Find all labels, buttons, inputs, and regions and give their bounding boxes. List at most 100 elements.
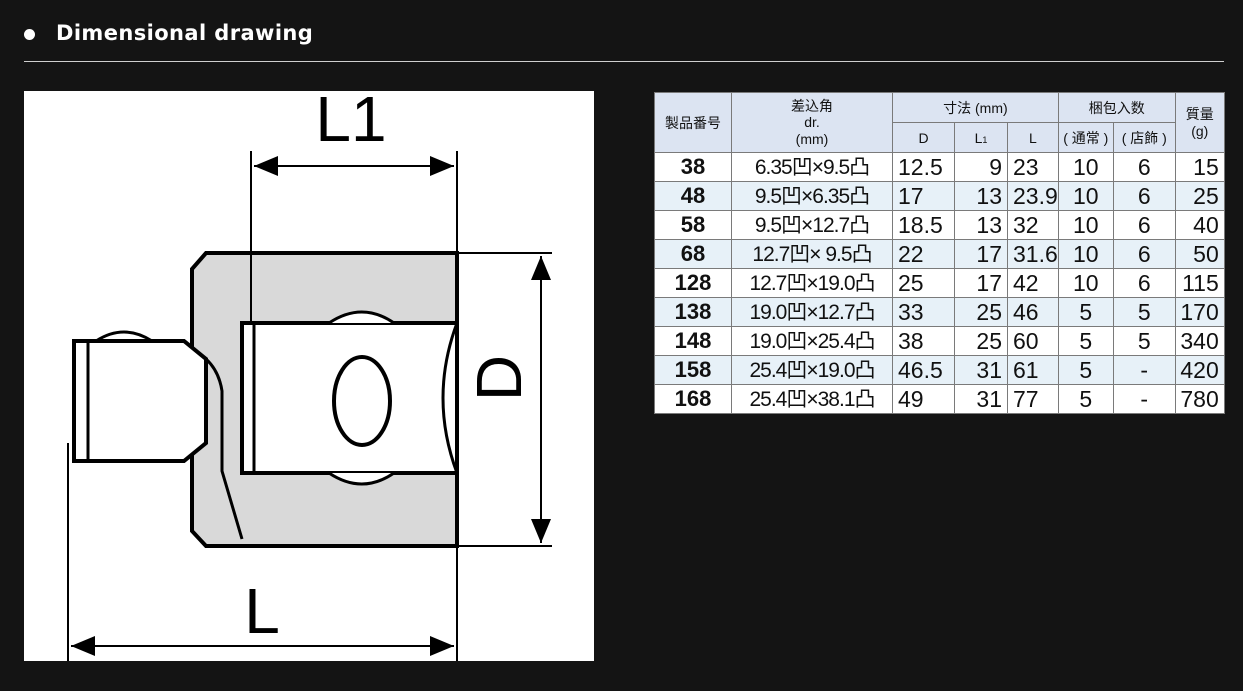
label-l1: L1 — [315, 91, 386, 155]
header-drive-title: 差込角 — [791, 98, 833, 115]
cell-normal: 10 — [1057, 210, 1114, 240]
cell-mass: 25 — [1174, 181, 1225, 211]
section-title: Dimensional drawing — [56, 21, 314, 45]
cell-normal: 10 — [1057, 152, 1114, 182]
cell-l: 61 — [1007, 355, 1059, 385]
header-dimensions: 寸法 (mm) — [892, 92, 1059, 123]
cell-product-no: 128 — [654, 268, 732, 298]
cell-drive: 9.5凹×12.7凸 — [731, 210, 893, 240]
cell-l: 23.9 — [1007, 181, 1059, 211]
cell-l1: 17 — [954, 239, 1008, 269]
cell-product-no: 148 — [654, 326, 732, 356]
cell-d: 17 — [892, 181, 955, 211]
cell-mass: 115 — [1174, 268, 1225, 298]
cell-l1: 31 — [954, 384, 1008, 414]
cell-d: 46.5 — [892, 355, 955, 385]
cell-mass: 340 — [1174, 326, 1225, 356]
cell-normal: 5 — [1057, 297, 1114, 327]
cell-normal: 5 — [1057, 355, 1114, 385]
cell-l1: 9 — [954, 152, 1008, 182]
cell-store: 5 — [1112, 326, 1176, 356]
cell-l1: 31 — [954, 355, 1008, 385]
table-row: 128 12.7凹×19.0凸 25 17 42 10 6 115 — [654, 268, 1225, 298]
male-square — [72, 339, 208, 463]
dimensional-drawing: L1 D L — [24, 91, 594, 661]
cell-normal: 10 — [1057, 181, 1114, 211]
cell-product-no: 158 — [654, 355, 732, 385]
cell-store: 6 — [1112, 152, 1176, 182]
cell-drive: 19.0凹×12.7凸 — [731, 297, 893, 327]
cell-d: 33 — [892, 297, 955, 327]
header-packing: 梱包入数 — [1057, 92, 1176, 123]
cell-l: 46 — [1007, 297, 1059, 327]
header-d: D — [892, 122, 955, 153]
header-drive-dr: dr. — [804, 114, 820, 131]
header-mass-title: 質量 — [1185, 106, 1214, 123]
header-store: ( 店飾 ) — [1112, 122, 1176, 153]
cell-l: 32 — [1007, 210, 1059, 240]
cell-mass: 420 — [1174, 355, 1225, 385]
header-l1: L1 — [954, 122, 1008, 153]
spec-table: 製品番号 差込角 dr. (mm) 寸法 (mm) 梱包入数 質量 (g) D … — [654, 92, 1225, 414]
cell-l: 60 — [1007, 326, 1059, 356]
cell-drive: 12.7凹× 9.5凸 — [731, 239, 893, 269]
cell-d: 38 — [892, 326, 955, 356]
cell-mass: 780 — [1174, 384, 1225, 414]
cell-store: 6 — [1112, 239, 1176, 269]
label-d: D — [463, 355, 535, 401]
cell-product-no: 168 — [654, 384, 732, 414]
cell-l1: 17 — [954, 268, 1008, 298]
cell-store: 6 — [1112, 181, 1176, 211]
cell-product-no: 68 — [654, 239, 732, 269]
cell-l1: 13 — [954, 210, 1008, 240]
header-l1-sub: 1 — [982, 134, 988, 145]
cell-store: 5 — [1112, 297, 1176, 327]
cell-l: 42 — [1007, 268, 1059, 298]
cell-normal: 10 — [1057, 268, 1114, 298]
table-row: 168 25.4凹×38.1凸 49 31 77 5 - 780 — [654, 384, 1225, 414]
table-row: 38 6.35凹×9.5凸 12.5 9 23 10 6 15 — [654, 152, 1225, 182]
header-product-no: 製品番号 — [654, 92, 732, 153]
cell-mass: 170 — [1174, 297, 1225, 327]
cell-d: 18.5 — [892, 210, 955, 240]
cell-product-no: 48 — [654, 181, 732, 211]
cell-store: 6 — [1112, 210, 1176, 240]
header-l: L — [1007, 122, 1059, 153]
table-row: 58 9.5凹×12.7凸 18.5 13 32 10 6 40 — [654, 210, 1225, 240]
cell-normal: 5 — [1057, 326, 1114, 356]
cell-mass: 40 — [1174, 210, 1225, 240]
header-mass-unit: (g) — [1191, 122, 1209, 139]
header-drive-unit: (mm) — [795, 130, 829, 147]
cell-drive: 6.35凹×9.5凸 — [731, 152, 893, 182]
cell-mass: 50 — [1174, 239, 1225, 269]
cell-d: 49 — [892, 384, 955, 414]
header-drive: 差込角 dr. (mm) — [731, 92, 893, 153]
cell-product-no: 58 — [654, 210, 732, 240]
cell-product-no: 38 — [654, 152, 732, 182]
cell-l: 77 — [1007, 384, 1059, 414]
table-row: 68 12.7凹× 9.5凸 22 17 31.6 10 6 50 — [654, 239, 1225, 269]
cell-normal: 10 — [1057, 239, 1114, 269]
cell-d: 12.5 — [892, 152, 955, 182]
cell-l: 23 — [1007, 152, 1059, 182]
cell-mass: 15 — [1174, 152, 1225, 182]
table-row: 138 19.0凹×12.7凸 33 25 46 5 5 170 — [654, 297, 1225, 327]
cell-drive: 25.4凹×19.0凸 — [731, 355, 893, 385]
cell-store: 6 — [1112, 268, 1176, 298]
cell-l1: 25 — [954, 326, 1008, 356]
label-l: L — [244, 575, 280, 647]
cell-drive: 9.5凹×6.35凸 — [731, 181, 893, 211]
table-row: 48 9.5凹×6.35凸 17 13 23.9 10 6 25 — [654, 181, 1225, 211]
table-row: 158 25.4凹×19.0凸 46.5 31 61 5 - 420 — [654, 355, 1225, 385]
cell-l1: 13 — [954, 181, 1008, 211]
cell-d: 25 — [892, 268, 955, 298]
cell-product-no: 138 — [654, 297, 732, 327]
adapter-drawing-svg: L1 D L — [67, 91, 552, 661]
cell-drive: 19.0凹×25.4凸 — [731, 326, 893, 356]
cell-store: - — [1112, 384, 1176, 414]
cell-drive: 25.4凹×38.1凸 — [731, 384, 893, 414]
section-header: Dimensional drawing — [24, 18, 1224, 62]
cell-l: 31.6 — [1007, 239, 1059, 269]
cell-normal: 5 — [1057, 384, 1114, 414]
bullet-icon — [24, 29, 35, 40]
